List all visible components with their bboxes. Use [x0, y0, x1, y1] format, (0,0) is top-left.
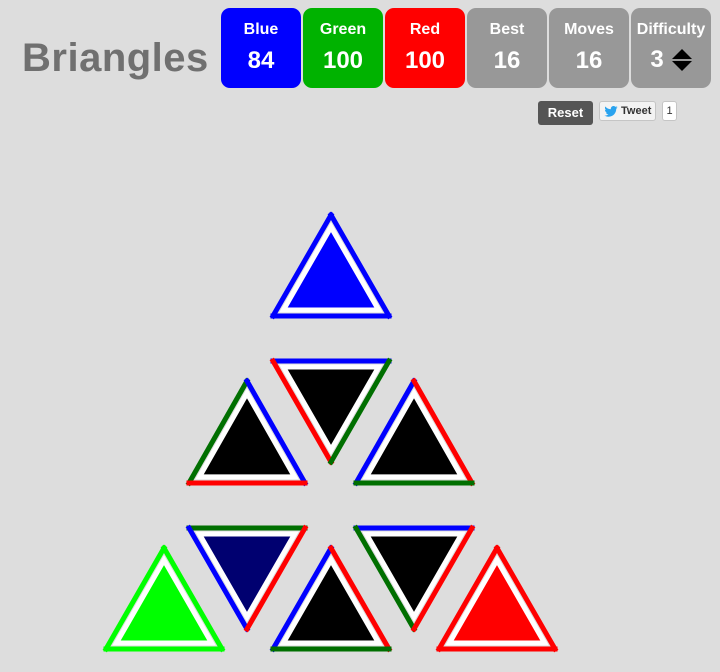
triangle-tile-t-bot-2[interactable] — [185, 524, 309, 633]
triangle-tile-t-bot-4[interactable] — [352, 524, 476, 633]
triangle-tile-t-mid-right[interactable] — [352, 377, 476, 487]
triangle-tile-t-mid-left[interactable] — [185, 377, 309, 487]
triangle-tile-t-bot-3[interactable] — [269, 544, 393, 653]
triangle-tile-t-bot-1[interactable] — [102, 544, 226, 653]
game-board — [102, 211, 559, 653]
triangle-tile-t-top[interactable] — [269, 211, 393, 320]
triangle-tile-t-mid-center[interactable] — [269, 357, 393, 466]
triangle-tile-t-bot-5[interactable] — [435, 544, 559, 653]
